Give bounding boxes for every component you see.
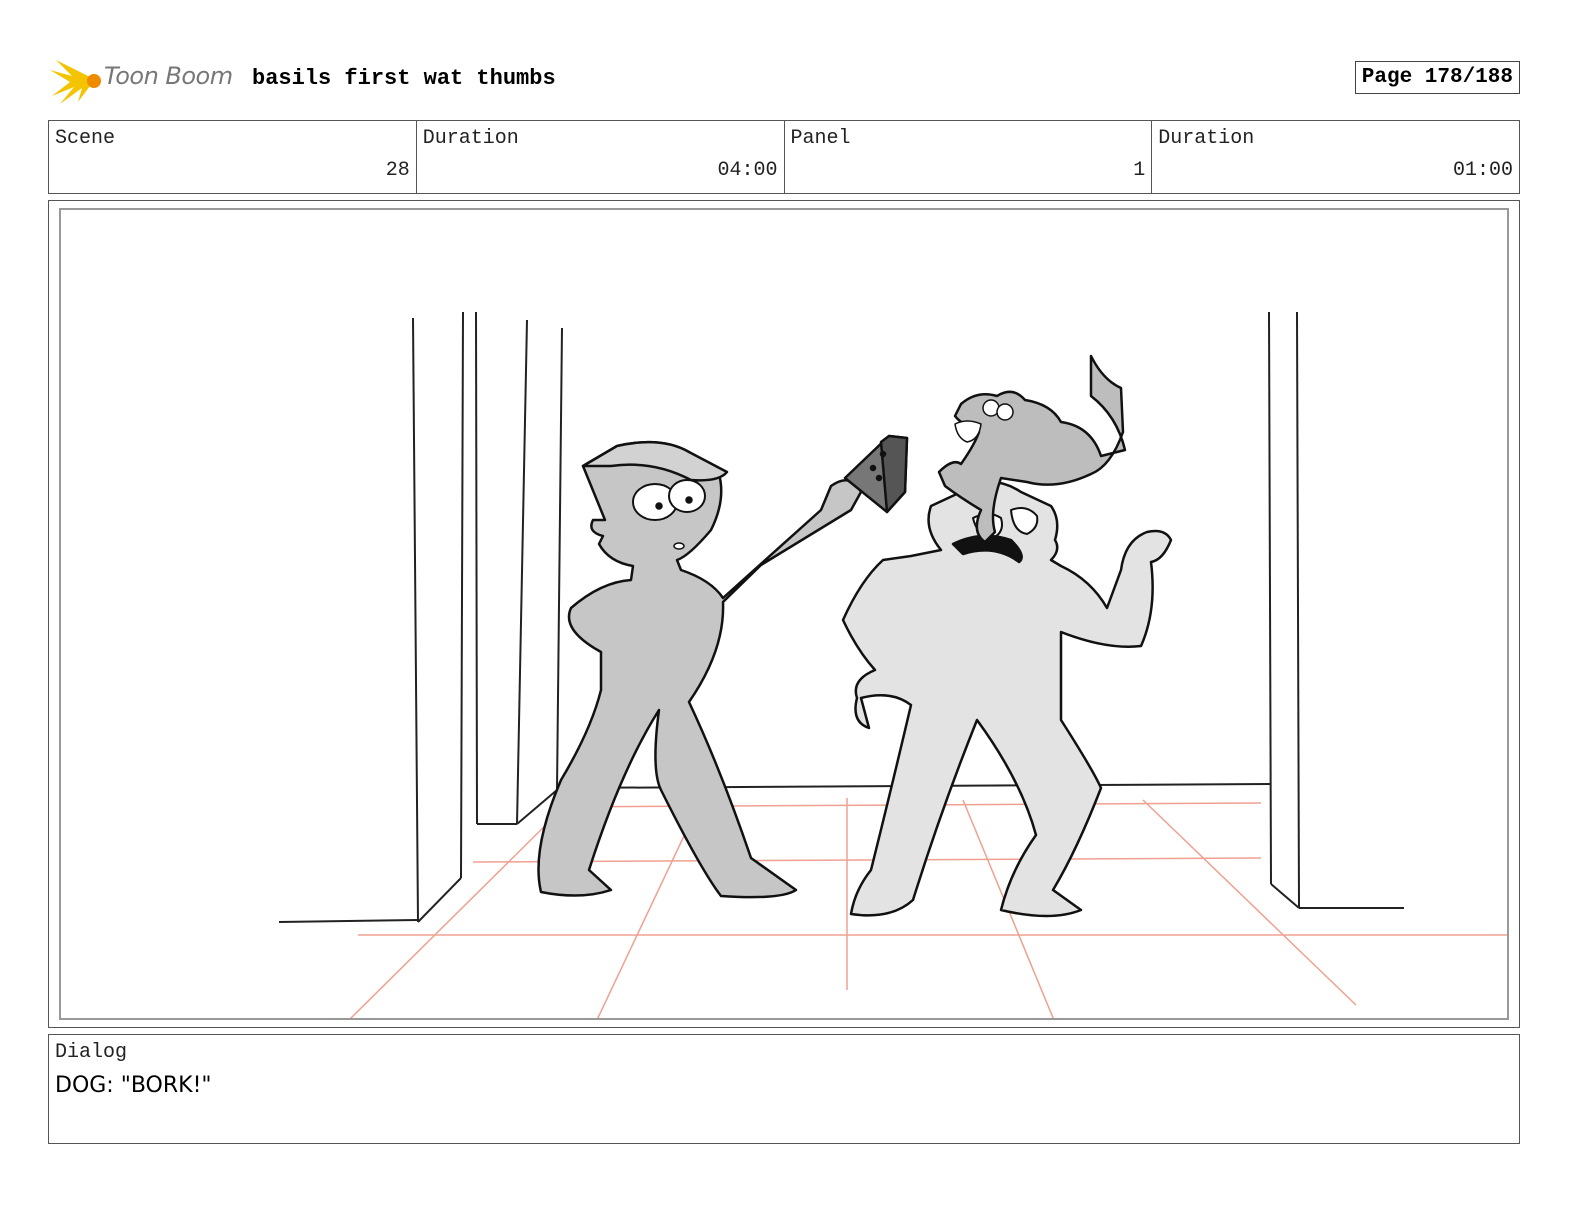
right-character [841,480,1173,918]
logo-text: Toon Boom [104,62,233,90]
toon-boom-logo: Toon Boom [48,56,248,106]
right-doorframe [1268,311,1404,909]
dialog-label: Dialog [55,1041,128,1064]
dialog-section: Dialog DOG: "BORK!" [48,1034,1520,1144]
scene-info-table: Scene 28 Duration 04:00 Panel 1 Duration… [48,120,1520,194]
panel-cell: Panel 1 [785,121,1153,193]
scene-value: 28 [385,159,410,182]
scene-duration-label: Duration [422,127,519,150]
panel-duration-value: 01:00 [1452,159,1513,182]
panel-duration-label: Duration [1158,127,1255,150]
scene-duration-value: 04:00 [717,159,778,182]
panel-label: Panel [790,127,851,150]
scene-duration-cell: Duration 04:00 [417,121,785,193]
project-title: basils first wat thumbs [252,66,556,91]
starburst-icon [50,60,101,104]
panel-duration-cell: Duration 01:00 [1152,121,1519,193]
left-character [537,440,863,899]
panel-value: 1 [1133,159,1146,182]
page-number: Page 178/188 [1354,61,1520,94]
storyboard-panel [48,200,1520,1028]
dialog-text: DOG: "BORK!" [55,1073,212,1098]
scene-cell: Scene 28 [49,121,417,193]
storyboard-drawing [278,311,1507,1018]
page-header: Toon Boom basils first wat thumbs Page 1… [48,56,1520,106]
panel-image-area [59,208,1509,1020]
scene-label: Scene [55,127,116,150]
